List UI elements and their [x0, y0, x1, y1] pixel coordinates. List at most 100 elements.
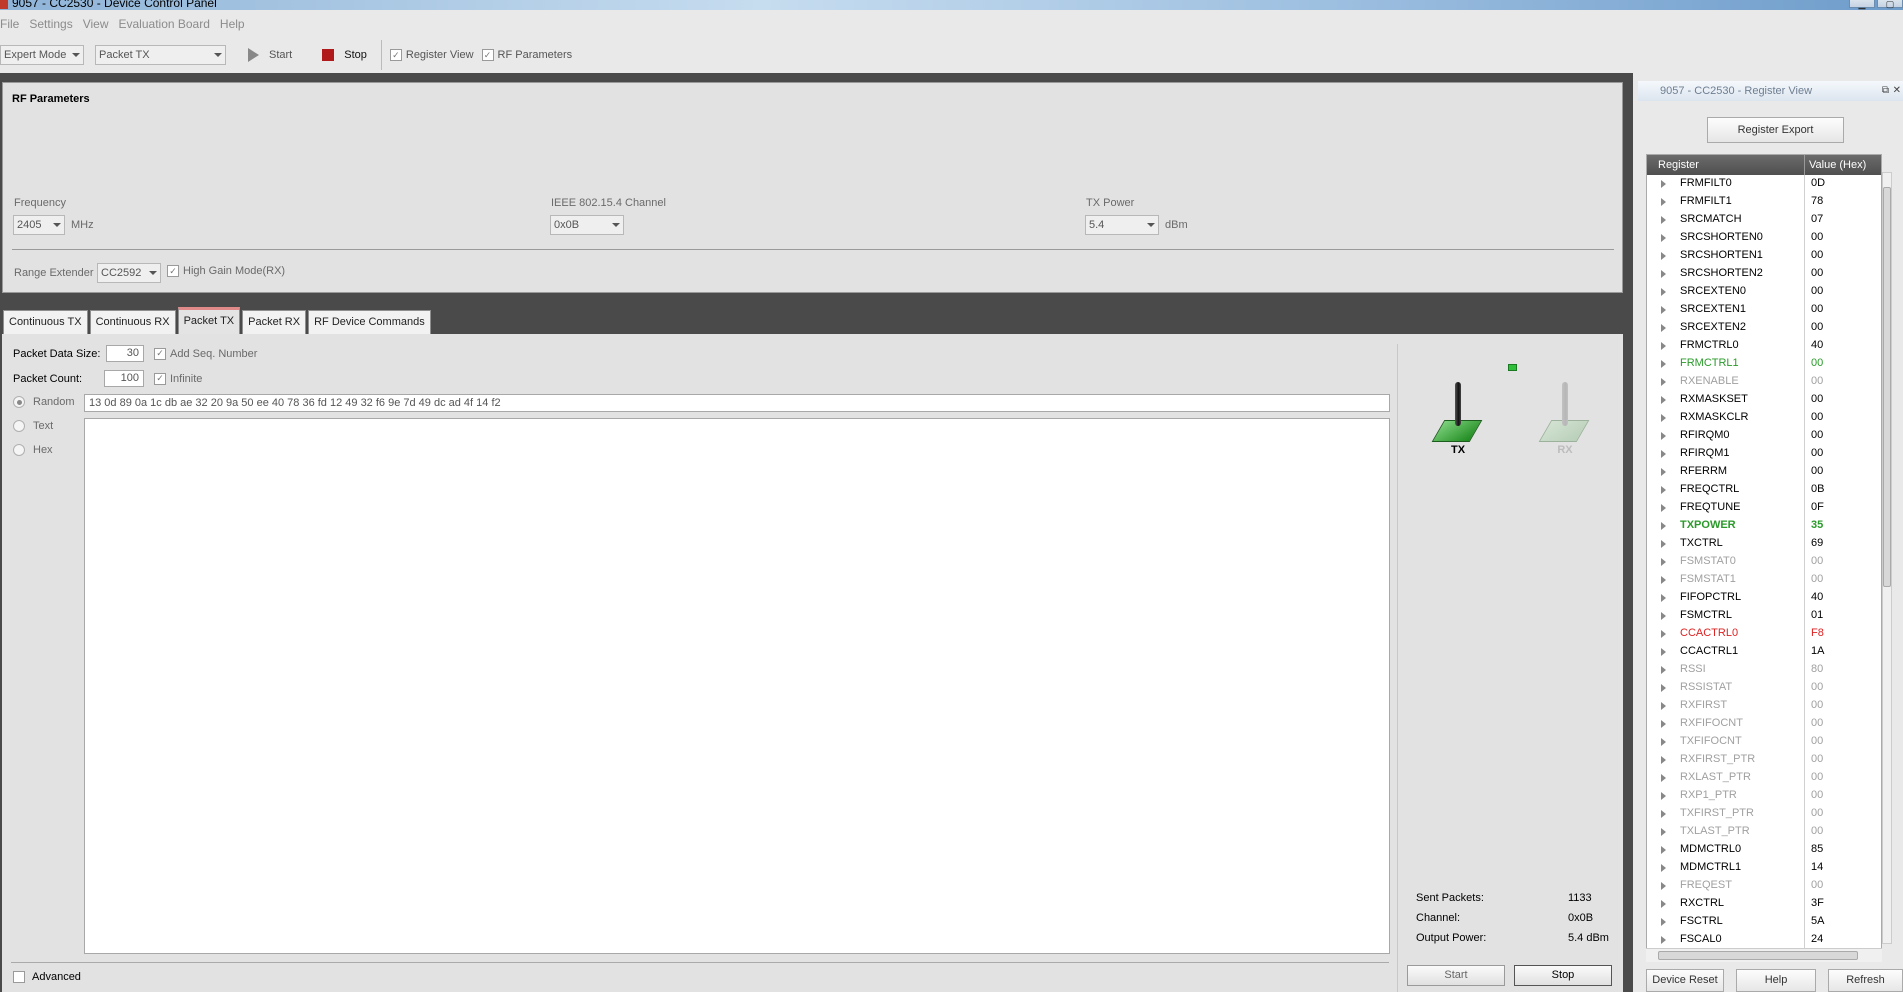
register-value[interactable]: 00: [1811, 735, 1823, 747]
register-row[interactable]: FREQCTRL 0B: [1647, 481, 1881, 499]
expand-arrow-icon[interactable]: [1661, 198, 1666, 206]
menu-settings[interactable]: Settings: [29, 17, 72, 31]
expand-arrow-icon[interactable]: [1661, 342, 1666, 350]
register-value[interactable]: 00: [1811, 699, 1823, 711]
rf-parameters-toggle[interactable]: ✓ RF Parameters: [481, 49, 572, 61]
expand-arrow-icon[interactable]: [1661, 702, 1666, 710]
expand-arrow-icon[interactable]: [1661, 270, 1666, 278]
tab-rf-device-commands[interactable]: RF Device Commands: [308, 310, 431, 334]
register-row[interactable]: RXFIFOCNT 00: [1647, 715, 1881, 733]
register-row[interactable]: FSCTRL 5A: [1647, 913, 1881, 931]
register-row[interactable]: CCACTRL0 F8: [1647, 625, 1881, 643]
high-gain-checkbox[interactable]: ✓ High Gain Mode(RX): [167, 265, 285, 277]
register-value[interactable]: 80: [1811, 663, 1823, 675]
device-reset-button[interactable]: Device Reset: [1646, 969, 1724, 992]
register-row[interactable]: SRCMATCH 07: [1647, 211, 1881, 229]
rx-switch[interactable]: RX: [1535, 382, 1595, 462]
register-value[interactable]: 78: [1811, 195, 1823, 207]
refresh-button[interactable]: Refresh: [1828, 969, 1903, 992]
packet-size-input[interactable]: 30: [106, 345, 144, 362]
expand-arrow-icon[interactable]: [1661, 396, 1666, 404]
register-value[interactable]: 5A: [1811, 915, 1824, 927]
register-row[interactable]: SRCSHORTEN1 00: [1647, 247, 1881, 265]
register-value[interactable]: 00: [1811, 465, 1823, 477]
expand-arrow-icon[interactable]: [1661, 828, 1666, 836]
register-vscrollbar[interactable]: [1882, 172, 1892, 944]
advanced-checkbox[interactable]: Advanced: [13, 971, 81, 983]
expand-arrow-icon[interactable]: [1661, 486, 1666, 494]
register-value[interactable]: 14: [1811, 861, 1823, 873]
register-value[interactable]: 69: [1811, 537, 1823, 549]
expand-arrow-icon[interactable]: [1661, 918, 1666, 926]
register-row[interactable]: RSSISTAT 00: [1647, 679, 1881, 697]
stop-button[interactable]: Stop: [322, 49, 367, 61]
expand-arrow-icon[interactable]: [1661, 720, 1666, 728]
register-view-toggle[interactable]: ✓ Register View: [389, 49, 474, 61]
expand-arrow-icon[interactable]: [1661, 324, 1666, 332]
register-row[interactable]: RXP1_PTR 00: [1647, 787, 1881, 805]
register-row[interactable]: SRCEXTEN0 00: [1647, 283, 1881, 301]
register-row[interactable]: RFERRM 00: [1647, 463, 1881, 481]
minimize-button[interactable]: ▁: [1849, 0, 1875, 9]
menu-help[interactable]: Help: [220, 17, 245, 31]
register-row[interactable]: SRCSHORTEN0 00: [1647, 229, 1881, 247]
expand-arrow-icon[interactable]: [1661, 468, 1666, 476]
register-value[interactable]: 00: [1811, 411, 1823, 423]
register-value[interactable]: 00: [1811, 321, 1823, 333]
register-row[interactable]: SRCSHORTEN2 00: [1647, 265, 1881, 283]
expand-arrow-icon[interactable]: [1661, 234, 1666, 242]
expand-arrow-icon[interactable]: [1661, 540, 1666, 548]
expand-arrow-icon[interactable]: [1661, 414, 1666, 422]
register-row[interactable]: FIFOPCTRL 40: [1647, 589, 1881, 607]
register-value[interactable]: 00: [1811, 573, 1823, 585]
expand-arrow-icon[interactable]: [1661, 306, 1666, 314]
register-row[interactable]: RXMASKSET 00: [1647, 391, 1881, 409]
register-row[interactable]: FSMCTRL 01: [1647, 607, 1881, 625]
help-button[interactable]: Help: [1736, 969, 1816, 992]
expand-arrow-icon[interactable]: [1661, 576, 1666, 584]
expand-arrow-icon[interactable]: [1661, 864, 1666, 872]
range-extender-select[interactable]: CC2592: [97, 263, 161, 283]
expand-arrow-icon[interactable]: [1661, 882, 1666, 890]
mode-select[interactable]: Expert Mode: [0, 45, 84, 65]
register-row[interactable]: RXFIRST 00: [1647, 697, 1881, 715]
register-value[interactable]: 35: [1811, 519, 1823, 531]
register-value[interactable]: 00: [1811, 303, 1823, 315]
register-value[interactable]: 00: [1811, 375, 1823, 387]
register-row[interactable]: FRMFILT0 0D: [1647, 175, 1881, 193]
col-register[interactable]: Register: [1658, 159, 1699, 171]
tab-packet-tx[interactable]: Packet TX: [177, 307, 241, 334]
expand-arrow-icon[interactable]: [1661, 360, 1666, 368]
register-row[interactable]: TXCTRL 69: [1647, 535, 1881, 553]
register-export-button[interactable]: Register Export: [1707, 117, 1844, 143]
register-value[interactable]: 00: [1811, 681, 1823, 693]
menu-view[interactable]: View: [83, 17, 109, 31]
register-row[interactable]: RXMASKCLR 00: [1647, 409, 1881, 427]
register-value[interactable]: 40: [1811, 339, 1823, 351]
expand-arrow-icon[interactable]: [1661, 558, 1666, 566]
tab-continuous-tx[interactable]: Continuous TX: [3, 310, 88, 334]
register-value[interactable]: 00: [1811, 771, 1823, 783]
register-row[interactable]: TXLAST_PTR 00: [1647, 823, 1881, 841]
register-value[interactable]: 0D: [1811, 177, 1825, 189]
register-row[interactable]: SRCEXTEN1 00: [1647, 301, 1881, 319]
register-value[interactable]: 24: [1811, 933, 1823, 945]
register-row[interactable]: RXCTRL 3F: [1647, 895, 1881, 913]
register-value[interactable]: 3F: [1811, 897, 1824, 909]
register-row[interactable]: MDMCTRL1 14: [1647, 859, 1881, 877]
col-value[interactable]: Value (Hex): [1809, 159, 1866, 171]
register-value[interactable]: F8: [1811, 627, 1824, 639]
expand-arrow-icon[interactable]: [1661, 450, 1666, 458]
menu-file[interactable]: File: [0, 17, 19, 31]
checkbox-checked-icon[interactable]: ✓: [154, 347, 166, 360]
expand-arrow-icon[interactable]: [1661, 504, 1666, 512]
expand-arrow-icon[interactable]: [1661, 252, 1666, 260]
register-value[interactable]: 00: [1811, 789, 1823, 801]
maximize-button[interactable]: ▢: [1877, 0, 1903, 9]
register-value[interactable]: 00: [1811, 879, 1823, 891]
packet-data-textarea[interactable]: [84, 418, 1390, 954]
register-value[interactable]: 00: [1811, 393, 1823, 405]
register-row[interactable]: SRCEXTEN2 00: [1647, 319, 1881, 337]
register-value[interactable]: 85: [1811, 843, 1823, 855]
frequency-select[interactable]: 2405: [13, 215, 65, 235]
